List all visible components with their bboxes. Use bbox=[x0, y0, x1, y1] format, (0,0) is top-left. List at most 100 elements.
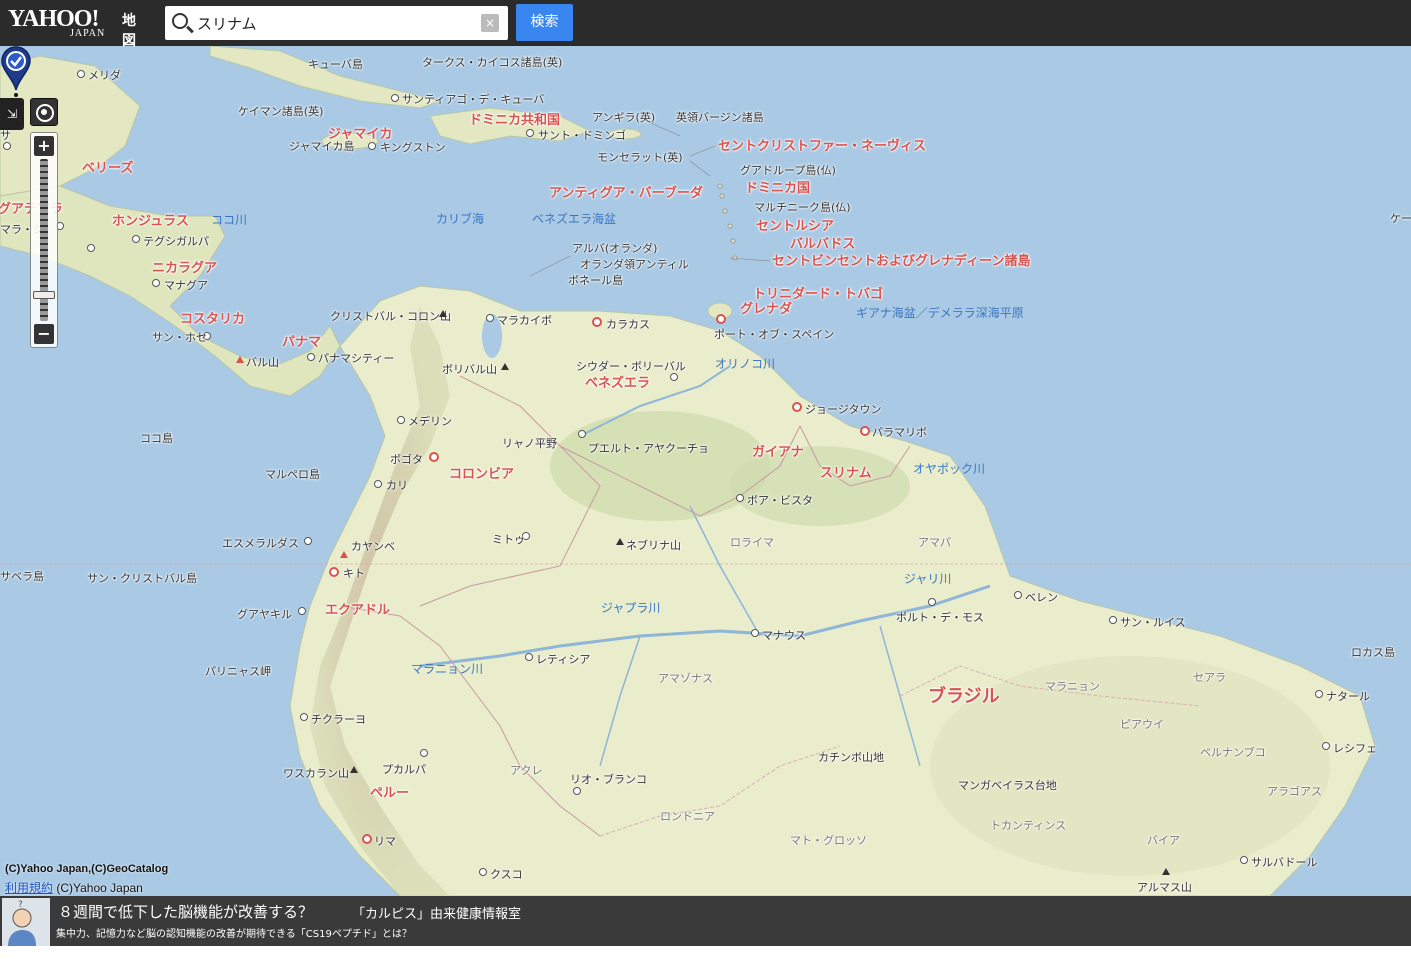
capital-marker[interactable] bbox=[716, 314, 726, 324]
capital-marker[interactable] bbox=[592, 317, 602, 327]
feature-label[interactable]: カヤンベ bbox=[351, 538, 395, 554]
capital-marker[interactable] bbox=[792, 402, 802, 412]
country-label[interactable]: ベリーズ bbox=[82, 157, 133, 176]
clear-button[interactable]: × bbox=[481, 14, 499, 32]
region-label[interactable]: ロンドニア bbox=[660, 808, 715, 824]
city-label[interactable]: テグシガルパ bbox=[143, 233, 209, 249]
city-marker[interactable] bbox=[300, 713, 308, 721]
city-label[interactable]: プカルパ bbox=[382, 761, 426, 777]
city-marker[interactable] bbox=[132, 235, 140, 243]
city-label[interactable]: クスコ bbox=[490, 866, 523, 882]
country-label[interactable]: セントビンセントおよびグレナディーン諸島 bbox=[772, 250, 1030, 269]
feature-label[interactable]: サベラ島 bbox=[0, 568, 44, 584]
feature-label[interactable]: キューバ島 bbox=[308, 56, 363, 72]
city-marker[interactable] bbox=[1109, 616, 1117, 624]
city-label[interactable]: マラカイボ bbox=[497, 312, 552, 328]
city-marker[interactable] bbox=[298, 607, 306, 615]
region-label[interactable]: アマゾナス bbox=[658, 670, 713, 686]
capital-marker[interactable] bbox=[362, 834, 372, 844]
feature-label[interactable]: サン・クリストバル島 bbox=[87, 570, 197, 586]
country-label[interactable]: ドミニカ共和国 bbox=[469, 109, 560, 128]
country-label[interactable]: ガイアナ bbox=[752, 441, 804, 460]
feature-label[interactable]: ボリバル山 bbox=[442, 361, 497, 377]
region-label[interactable]: ロライマ bbox=[730, 534, 774, 550]
country-label[interactable]: セントクリストファー・ネーヴィス bbox=[718, 135, 926, 154]
search-input[interactable] bbox=[197, 10, 477, 36]
region-label[interactable]: マト・グロッソ bbox=[790, 832, 867, 848]
feature-label[interactable]: ジャマイカ島 bbox=[289, 138, 354, 154]
water-label[interactable]: オヤポック川 bbox=[913, 460, 985, 477]
city-label[interactable]: ポート・オブ・スペイン bbox=[714, 326, 834, 342]
ad-banner[interactable]: ? ８週間で低下した脳機能が改善する？ 「カルピス」由来健康情報室 集中力、記憶… bbox=[0, 896, 1411, 946]
current-location-button[interactable] bbox=[30, 98, 58, 126]
feature-label[interactable]: リャノ平野 bbox=[502, 435, 557, 451]
feature-label[interactable]: タークス・カイコス諸島(英) bbox=[422, 54, 562, 70]
city-label[interactable]: マナグア bbox=[164, 277, 208, 293]
feature-label[interactable]: アルマス山 bbox=[1137, 879, 1192, 895]
city-label[interactable]: サン・ホセ bbox=[152, 329, 207, 345]
collapse-controls-button[interactable]: ⇲ bbox=[0, 98, 24, 130]
city-label[interactable]: リマ bbox=[374, 833, 396, 849]
city-marker[interactable] bbox=[87, 244, 95, 252]
city-label[interactable]: メデリン bbox=[408, 413, 452, 429]
region-label[interactable]: アラゴアス bbox=[1267, 783, 1322, 799]
water-label[interactable]: オリノコ川 bbox=[715, 355, 775, 372]
city-marker[interactable] bbox=[307, 353, 315, 361]
country-label[interactable]: エクアドル bbox=[325, 599, 390, 618]
feature-label[interactable]: マルチニーク島(仏) bbox=[754, 199, 851, 215]
city-label[interactable]: カリ bbox=[386, 477, 408, 493]
water-label[interactable]: マラニョン川 bbox=[411, 660, 483, 677]
ad-description[interactable]: 集中力、記憶力など脳の認知機能の改善が期待できる「CS19ペプチド」とは？ bbox=[56, 925, 412, 940]
country-label[interactable]: パナマ bbox=[282, 331, 321, 350]
region-label[interactable]: アクレ bbox=[510, 762, 542, 778]
feature-label[interactable]: ボネール島 bbox=[568, 272, 623, 288]
city-marker[interactable] bbox=[736, 494, 744, 502]
feature-label[interactable]: カチンボ山地 bbox=[818, 749, 884, 765]
city-marker[interactable] bbox=[751, 629, 759, 637]
city-marker[interactable] bbox=[397, 416, 405, 424]
feature-label[interactable]: パリニャス岬 bbox=[205, 663, 271, 679]
city-label[interactable]: パナマシティー bbox=[318, 350, 394, 366]
feature-label[interactable]: ココ島 bbox=[140, 430, 173, 446]
feature-label[interactable]: マルペロ島 bbox=[265, 466, 320, 482]
region-label[interactable]: アマパ bbox=[918, 534, 951, 550]
region-label[interactable]: ピアウイ bbox=[1120, 716, 1164, 732]
feature-label[interactable]: マンガベイラス台地 bbox=[958, 777, 1057, 793]
edge-label[interactable]: ケー bbox=[1390, 210, 1411, 226]
city-label[interactable]: リオ・ブランコ bbox=[570, 771, 647, 787]
feature-label[interactable]: アンギラ(英) bbox=[592, 109, 655, 125]
city-label[interactable]: ミトゥ bbox=[492, 531, 525, 547]
city-marker[interactable] bbox=[374, 480, 382, 488]
feature-label[interactable]: オランダ領アンティル bbox=[580, 256, 689, 272]
city-label[interactable]: ボア・ビスタ bbox=[747, 492, 813, 508]
country-label[interactable]: ホンジュラス bbox=[112, 210, 189, 229]
city-label[interactable]: ポルト・デ・モス bbox=[896, 609, 984, 625]
country-label[interactable]: セントルシア bbox=[756, 215, 834, 234]
water-label[interactable]: ジャリ川 bbox=[904, 570, 951, 587]
feature-label[interactable]: モンセラット(英) bbox=[597, 149, 683, 165]
city-marker[interactable] bbox=[1315, 690, 1323, 698]
country-label[interactable]: ペルー bbox=[370, 782, 409, 801]
feature-label[interactable]: 英領バージン諸島 bbox=[676, 109, 764, 125]
city-marker[interactable] bbox=[486, 314, 494, 322]
city-marker[interactable] bbox=[573, 787, 581, 795]
city-label[interactable]: メリダ bbox=[88, 67, 121, 83]
search-button[interactable]: 検索 bbox=[516, 4, 573, 41]
zoom-in-button[interactable]: + bbox=[34, 136, 54, 156]
city-marker[interactable] bbox=[1322, 742, 1330, 750]
feature-label[interactable]: ワスカラン山 bbox=[283, 765, 349, 781]
city-marker[interactable] bbox=[391, 94, 399, 102]
yahoo-logo[interactable]: YAHOO! JAPAN 地図 bbox=[8, 6, 136, 49]
city-marker[interactable] bbox=[479, 868, 487, 876]
region-label[interactable]: マラニョン bbox=[1045, 678, 1100, 694]
water-label[interactable]: ココ川 bbox=[211, 211, 247, 228]
location-pin-icon[interactable] bbox=[0, 46, 32, 98]
country-label[interactable]: グレナダ bbox=[740, 298, 792, 317]
country-label[interactable]: コロンビア bbox=[449, 463, 514, 482]
city-marker[interactable] bbox=[368, 142, 376, 150]
ad-thumbnail[interactable]: ? bbox=[2, 898, 50, 946]
city-label[interactable]: チクラーヨ bbox=[311, 711, 366, 727]
city-label[interactable]: グアヤキル bbox=[237, 606, 292, 622]
city-marker[interactable] bbox=[525, 653, 533, 661]
ad-source[interactable]: 「カルピス」由来健康情報室 bbox=[352, 903, 521, 922]
